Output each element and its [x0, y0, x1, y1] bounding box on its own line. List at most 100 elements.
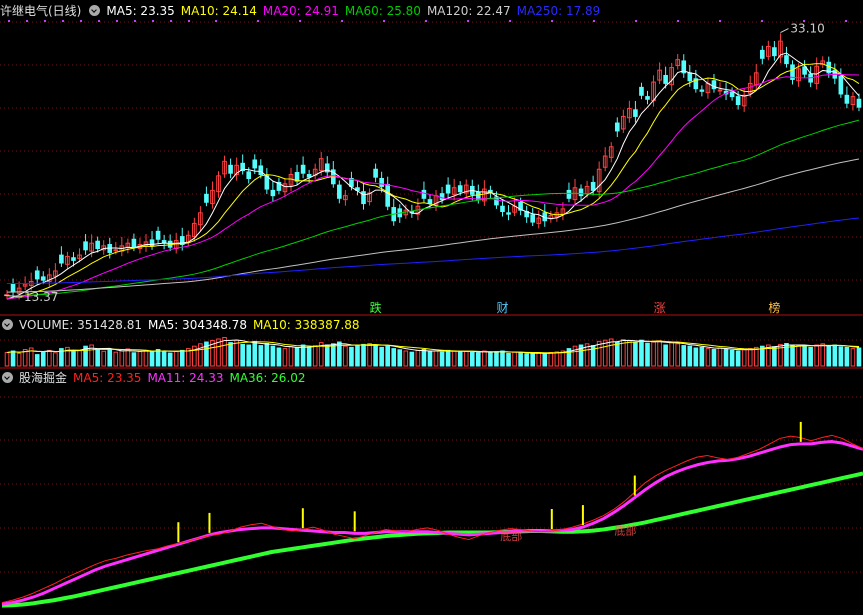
- volume-bar: [330, 343, 336, 367]
- volume-bar: [482, 350, 487, 367]
- marker-dot: [134, 20, 136, 22]
- volume-bar: [125, 348, 131, 367]
- volume-bar: [16, 352, 22, 367]
- volume-bar: [681, 345, 687, 367]
- marker-dot: [425, 20, 427, 22]
- ma60-line: [7, 119, 860, 297]
- volume-bar: [705, 348, 711, 367]
- candle: [385, 183, 390, 207]
- volume-bar: [47, 349, 52, 367]
- volume-bar: [735, 350, 741, 367]
- candle: [639, 86, 644, 96]
- candle: [83, 241, 88, 251]
- volume-bar: [669, 342, 674, 367]
- candle: [856, 98, 862, 108]
- volume-bar: [717, 347, 723, 367]
- candle: [427, 199, 433, 205]
- volume-bar: [524, 353, 529, 367]
- volume-bar: [445, 349, 451, 367]
- volume-bar: [826, 345, 832, 367]
- event-label: 涨: [654, 300, 666, 315]
- candle: [614, 122, 620, 132]
- candle: [699, 89, 705, 92]
- volume-bar: [415, 349, 421, 367]
- volume-bar: [276, 347, 282, 367]
- candle: [204, 193, 209, 203]
- volume-bar: [633, 342, 638, 367]
- volume-bar: [687, 345, 693, 367]
- volume-bar: [40, 351, 46, 367]
- marker-dot: [341, 20, 343, 22]
- indicator-ma11-line: [1, 440, 863, 606]
- volume-bar: [608, 338, 614, 367]
- volume-bar: [518, 352, 523, 367]
- volume-bar: [101, 350, 107, 367]
- volume-bar: [131, 352, 137, 367]
- volume-bar: [494, 351, 499, 367]
- event-label: 财: [496, 301, 508, 315]
- candle: [838, 75, 844, 95]
- candle: [258, 165, 264, 176]
- volume-bar: [385, 345, 390, 367]
- marker-dot: [845, 20, 847, 22]
- candle: [759, 49, 765, 59]
- marker-dot: [761, 20, 763, 22]
- marker-dot: [80, 20, 82, 22]
- volume-bar: [228, 342, 233, 367]
- stock-chart[interactable]: 33.10 13.37 跌 财 涨 榜底部 底部: [0, 0, 863, 615]
- volume-bar: [536, 352, 542, 367]
- volume-bar: [693, 347, 699, 367]
- volume-bar: [324, 344, 330, 367]
- volume-bar: [663, 344, 668, 367]
- volume-bar: [119, 350, 125, 367]
- candle: [645, 96, 650, 100]
- volume-bar: [802, 345, 807, 367]
- volume-bar: [198, 343, 203, 367]
- volume-bar: [500, 350, 505, 367]
- candle: [95, 240, 100, 249]
- volume-bar: [300, 344, 306, 367]
- volume-bar: [4, 352, 10, 367]
- marker-dot: [44, 20, 46, 22]
- volume-bar: [512, 351, 517, 367]
- volume-bar: [409, 351, 415, 367]
- volume-bar: [421, 349, 427, 367]
- volume-bar: [741, 349, 747, 367]
- candle: [34, 270, 40, 280]
- volume-bar: [427, 351, 433, 367]
- volume-bar: [107, 349, 113, 367]
- volume-bar: [554, 351, 560, 367]
- volume-bar: [463, 350, 469, 367]
- volume-bar: [772, 346, 777, 367]
- marker-dot: [152, 20, 154, 22]
- volume-bar: [711, 349, 717, 367]
- marker-dot: [383, 20, 385, 22]
- volume-bar: [433, 350, 439, 367]
- marker-dot: [62, 20, 64, 22]
- volume-bar: [627, 340, 632, 367]
- candle: [784, 55, 789, 65]
- volume-bar: [814, 344, 819, 367]
- candle: [633, 109, 638, 117]
- marker-dot: [551, 20, 553, 22]
- volume-bar: [391, 348, 397, 367]
- volume-bar: [167, 352, 173, 367]
- marker-dot: [677, 20, 679, 22]
- volume-bar: [675, 343, 681, 367]
- candle: [264, 175, 270, 190]
- candle: [270, 189, 276, 197]
- volume-bar: [240, 343, 245, 367]
- marker-dot: [188, 20, 190, 22]
- volume-bar: [294, 347, 300, 367]
- volume-bar: [234, 339, 239, 367]
- volume-bar: [349, 346, 354, 367]
- volume-bar: [856, 347, 862, 367]
- volume-bar: [602, 339, 608, 367]
- candle: [131, 238, 137, 248]
- ma120-line: [7, 158, 860, 293]
- volume-bar: [379, 346, 384, 367]
- volume-bar: [270, 345, 276, 367]
- volume-bar: [645, 342, 650, 367]
- volume-bar: [651, 341, 656, 367]
- volume-bar: [373, 344, 378, 367]
